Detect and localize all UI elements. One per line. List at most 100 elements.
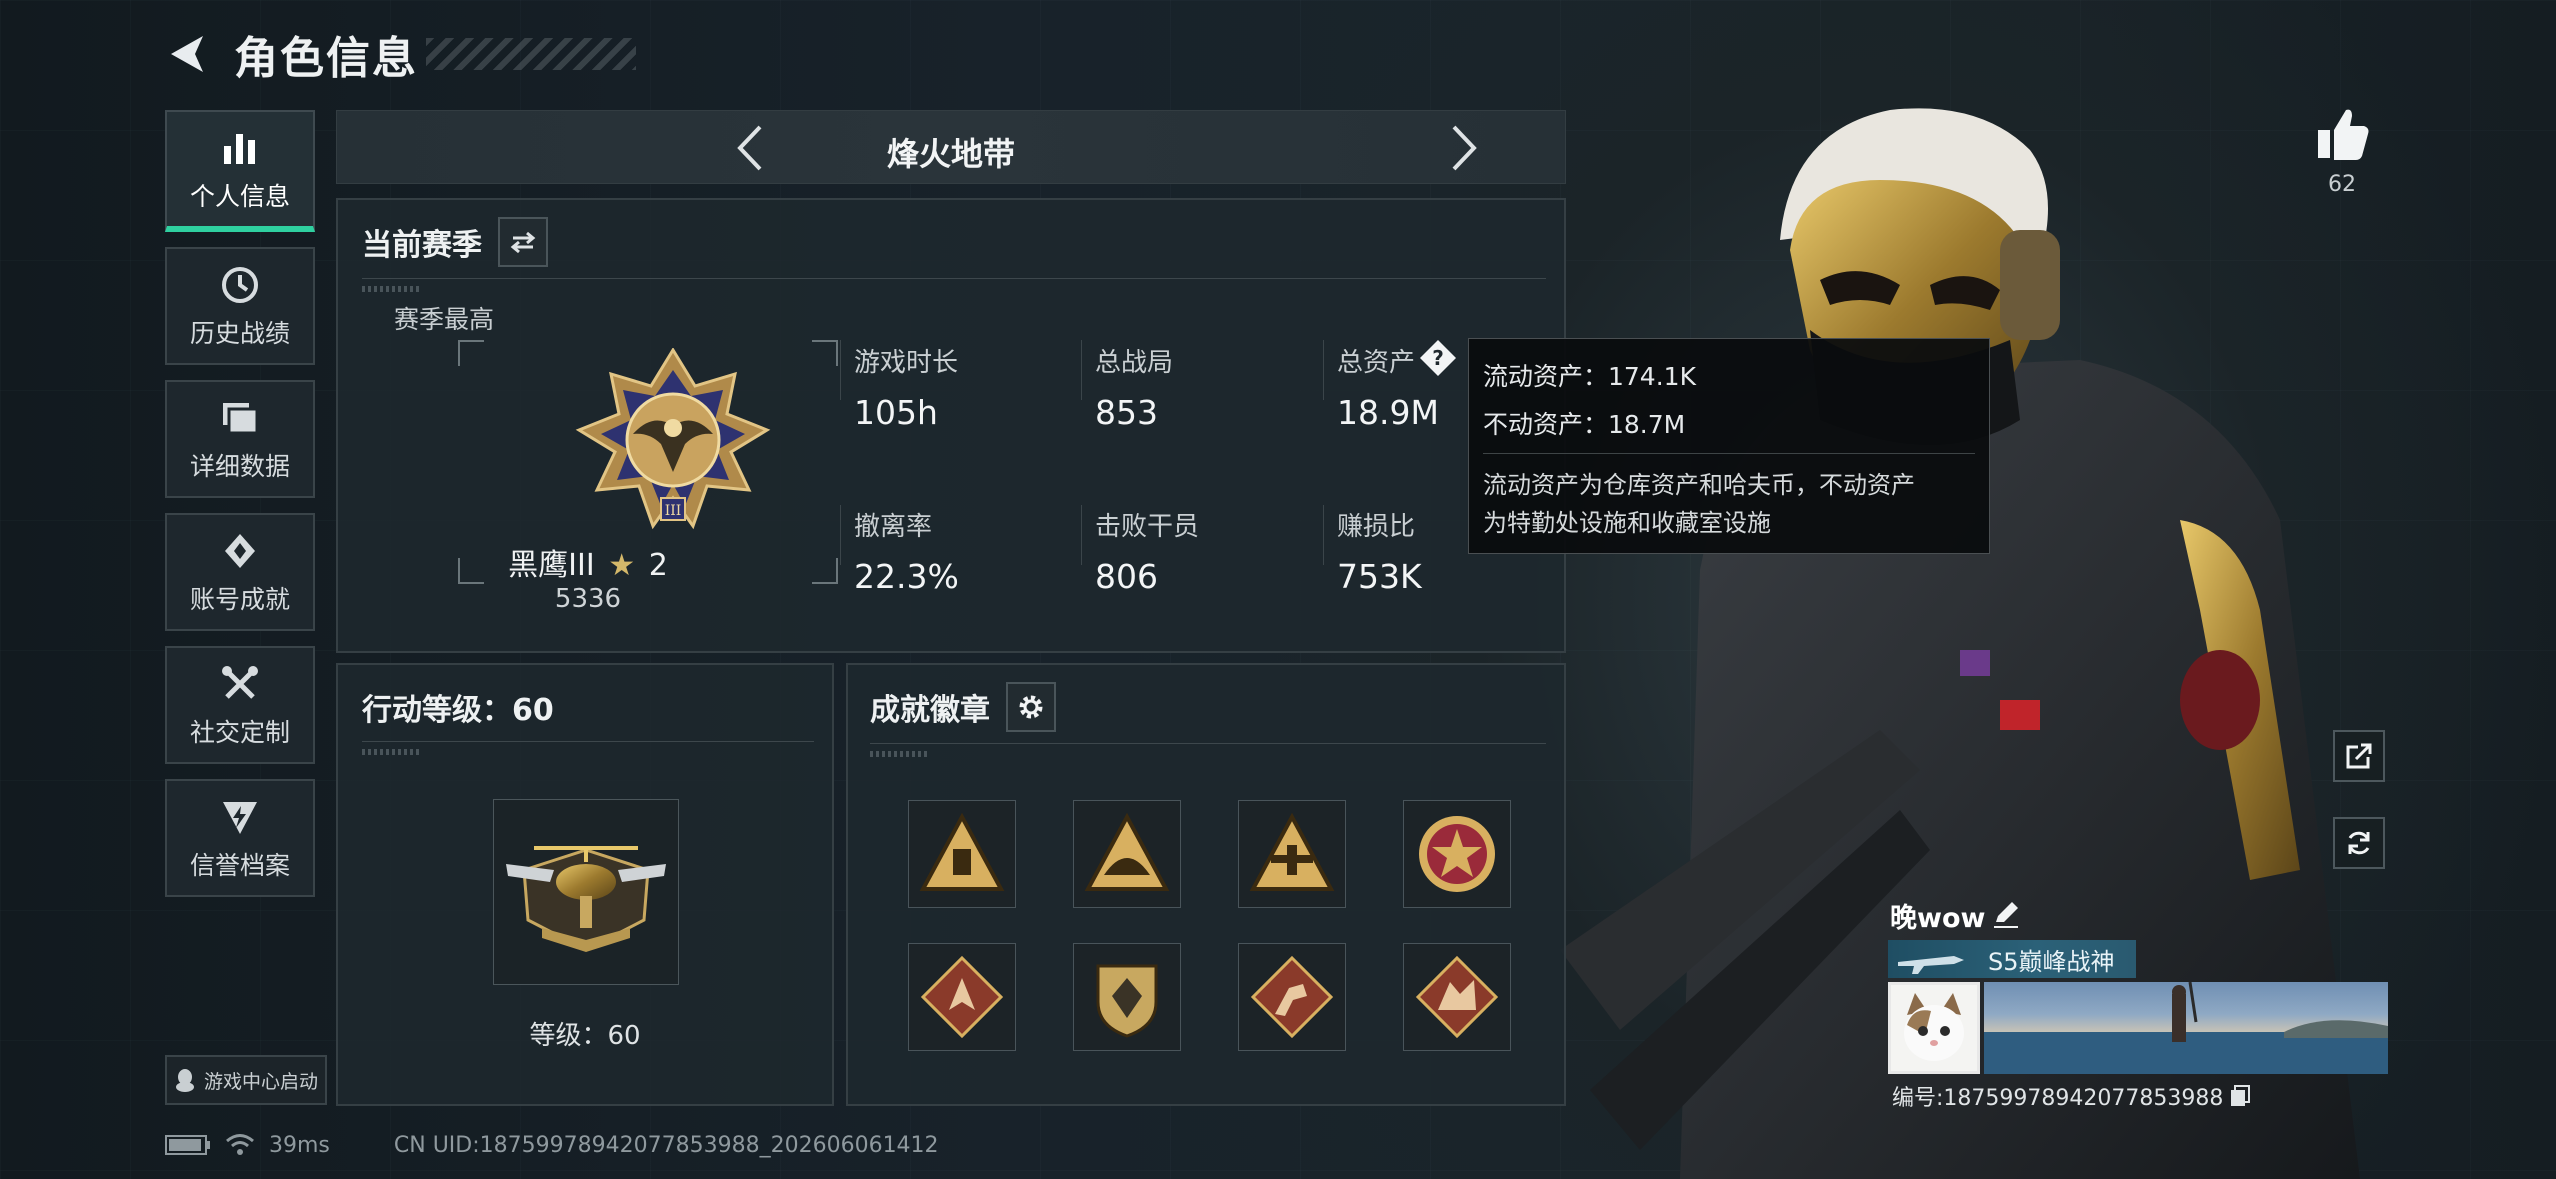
stat-label: 游戏时长 (854, 348, 959, 378)
player-title-tag: S5巅峰战神 (1888, 940, 2136, 978)
tooltip-description-line: 为特勤处设施和收藏室设施 (1483, 509, 1771, 537)
badge-icon (919, 812, 1005, 891)
player-uid-row: 编号:18759978942077853988 (1892, 1080, 2251, 1112)
divider-decoration (362, 749, 422, 755)
badge-icon (1415, 955, 1499, 1039)
game-center-launch-button[interactable]: 游戏中心启动 (165, 1055, 327, 1105)
stat-value: 853 (1095, 393, 1158, 432)
badge-slot[interactable] (1073, 800, 1181, 908)
sidebar-item-personal-info[interactable]: 个人信息 (165, 110, 315, 232)
share-icon (2346, 743, 2372, 769)
badges-settings-button[interactable] (1006, 682, 1056, 732)
stat-total-matches: 总战局 853 (1095, 342, 1315, 432)
gear-icon (1019, 695, 1043, 719)
badge-slot[interactable] (1238, 943, 1346, 1051)
battery-icon (165, 1135, 210, 1155)
help-icon[interactable]: ? (1418, 338, 1458, 378)
wifi-icon (226, 1134, 254, 1155)
svg-text:III: III (665, 503, 682, 519)
folder-icon (217, 395, 263, 441)
chevron-right-icon (1452, 125, 1477, 171)
sidebar-item-reputation[interactable]: 信誉档案 (165, 779, 315, 897)
badge-slot[interactable] (1403, 943, 1511, 1051)
weapon-icon (1898, 956, 1964, 974)
stat-label: 总战局 (1095, 348, 1174, 378)
copy-icon[interactable] (2229, 1084, 2251, 1108)
action-level-panel: 行动等级：60 等级：60 (336, 663, 834, 1106)
avatar[interactable] (1888, 982, 1980, 1074)
achievement-badges-panel: 成就徽章 (846, 663, 1566, 1106)
badge-icon (1084, 812, 1170, 891)
stat-value: 806 (1095, 557, 1158, 596)
badge-slot[interactable] (908, 800, 1016, 908)
achievement-icon (217, 528, 263, 574)
thumbs-up-icon[interactable] (2312, 104, 2372, 164)
sidebar-item-label: 详细数据 (189, 452, 290, 481)
badge-icon (1249, 812, 1335, 891)
title-decoration (426, 38, 636, 70)
sidebar-item-achievements[interactable]: 账号成就 (165, 513, 315, 631)
sidebar-item-social-custom[interactable]: 社交定制 (165, 646, 315, 764)
badge-slot[interactable] (1238, 800, 1346, 908)
stat-play-time: 游戏时长 105h (854, 342, 1074, 432)
mode-next-button[interactable] (1440, 123, 1490, 173)
star-icon: ★ (608, 548, 636, 583)
player-uid: 编号:18759978942077853988 (1892, 1086, 2224, 1111)
badge-icon (920, 955, 1004, 1039)
player-card: 晚wow S5巅峰战神 编号:18759978942077853988 (1888, 892, 2388, 1112)
badge-slot[interactable] (1073, 943, 1181, 1051)
rank-score: 5336 (554, 584, 622, 614)
action-level-title: 行动等级：60 (362, 693, 554, 728)
share-button[interactable] (2333, 730, 2385, 782)
tooltip-fixed-assets: 不动资产：18.7M (1483, 410, 1686, 439)
sidebar-item-label: 个人信息 (189, 182, 290, 211)
rank-block: III 黑鹰III ★ 2 5336 (398, 200, 838, 655)
cat-avatar-icon (1891, 985, 1977, 1071)
badge-icon (1250, 955, 1334, 1039)
refresh-button[interactable] (2333, 817, 2385, 869)
clock-icon (217, 262, 263, 308)
banner-landscape-image (1984, 982, 2388, 1074)
shield-lightning-icon (217, 794, 263, 840)
badge-icon (1419, 816, 1495, 892)
rank-emblem-icon: III (575, 348, 771, 530)
status-bar: 39ms CN UID:18759978942077853988_2026060… (165, 1128, 939, 1162)
divider (1081, 340, 1082, 400)
assets-tooltip: 流动资产：174.1K 不动资产：18.7M 流动资产为仓库资产和哈夫币，不动资… (1468, 338, 1990, 554)
level-emblem-frame (493, 799, 679, 985)
divider-decoration (870, 751, 930, 757)
divider (1081, 505, 1082, 565)
stat-extract-rate: 撤离率 22.3% (854, 506, 1074, 596)
current-season-panel: 当前赛季 赛季最高 III 黑鹰III ★ 2 5336 游戏时长 105h 总… (336, 198, 1566, 653)
stat-label: 击败干员 (1095, 512, 1200, 542)
bar-chart-icon (217, 125, 263, 171)
badge-slot[interactable] (908, 943, 1016, 1051)
badge-slot[interactable] (1403, 800, 1511, 908)
back-button[interactable] (160, 27, 214, 81)
stat-value: 105h (854, 393, 938, 432)
sidebar-item-label: 账号成就 (189, 585, 290, 614)
cn-uid: CN UID:18759978942077853988_202606061412 (393, 1132, 939, 1158)
helicopter-emblem-icon (506, 846, 666, 952)
sidebar-item-history[interactable]: 历史战绩 (165, 247, 315, 365)
tools-icon (217, 661, 263, 707)
edit-icon[interactable] (1990, 898, 2022, 930)
page-header: 角色信息 (160, 22, 636, 86)
sidebar-item-detailed-data[interactable]: 详细数据 (165, 380, 315, 498)
divider (1323, 340, 1324, 400)
sidebar-nav: 个人信息 历史战绩 详细数据 账号成就 社交定制 信誉档案 (165, 110, 315, 912)
penguin-icon (175, 1069, 194, 1092)
page-title: 角色信息 (234, 33, 418, 84)
refresh-icon (2348, 831, 2370, 855)
mode-selector: 烽火地带 (336, 110, 1566, 184)
stat-value: 22.3% (854, 557, 959, 596)
rank-name: 黑鹰III (508, 548, 595, 583)
divider (840, 340, 841, 400)
divider (1323, 505, 1324, 565)
stat-label: 撤离率 (854, 512, 933, 542)
divider (840, 505, 841, 565)
sidebar-item-label: 历史战绩 (189, 319, 290, 348)
like-count: 62 (2328, 172, 2356, 197)
divider (362, 741, 814, 742)
profile-banner (1984, 982, 2388, 1074)
